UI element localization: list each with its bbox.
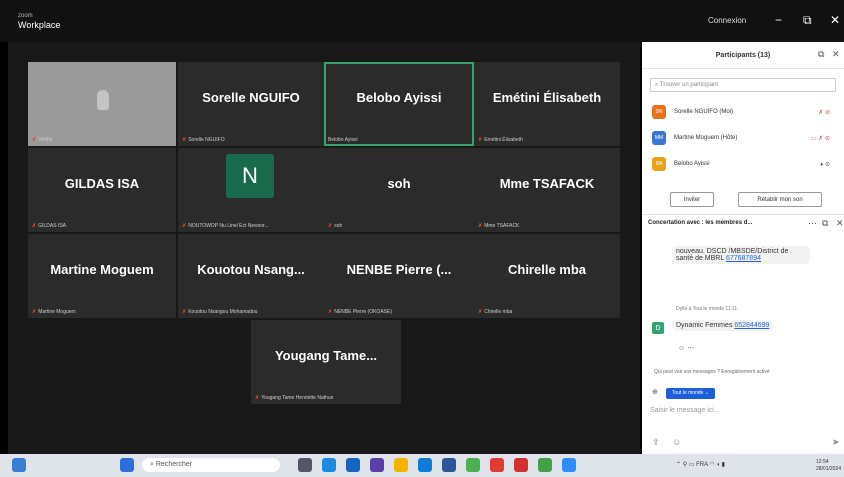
- participant-tile[interactable]: soh ✗ soh: [324, 148, 474, 232]
- connect-button[interactable]: Connexion: [708, 16, 746, 25]
- app-icon[interactable]: [346, 458, 360, 472]
- mic-muted-icon: ✗: [478, 137, 483, 143]
- mic-muted-icon: ✗: [182, 137, 187, 143]
- task-view-icon[interactable]: [298, 458, 312, 472]
- participant-search-input[interactable]: ⌕ Trouver un participant: [650, 78, 836, 92]
- system-tray[interactable]: ⌃ ⚲ ▭ FRA ◠ ◖ ▮: [676, 461, 725, 468]
- mic-icon[interactable]: ♦ ⊘: [820, 161, 830, 168]
- person-silhouette-icon: [97, 90, 109, 110]
- avatar: BA: [652, 157, 666, 171]
- chat-message-input[interactable]: Saisir le message ici...: [650, 407, 720, 414]
- widgets-icon[interactable]: [12, 458, 26, 472]
- chat-link[interactable]: 677687894: [726, 255, 761, 262]
- more-icon[interactable]: ⋯: [808, 218, 817, 229]
- app-icon[interactable]: [418, 458, 432, 472]
- chat-message: Dynamic Femmes 652844699: [672, 320, 774, 331]
- popout-icon[interactable]: ⧉: [822, 218, 828, 229]
- participant-list-item[interactable]: MM Martine Moguem (Hôte) ▭ ✗ ⊘: [652, 130, 834, 146]
- participant-tile[interactable]: Martine Moguem ✗ Martine Moguem: [28, 234, 176, 318]
- participant-tile[interactable]: Chirelle mba ✗ Chirelle mba: [474, 234, 620, 318]
- recipient-icon: ⊕: [652, 389, 658, 396]
- participant-list-item[interactable]: SN Sorelle NGUIFO (Moi) ✗ ⊘: [652, 104, 834, 120]
- participant-tile[interactable]: ✗ Vérifié: [28, 62, 176, 146]
- app-logo: zoom Workplace: [18, 13, 61, 30]
- popout-icon[interactable]: ⧉: [818, 49, 824, 60]
- participant-tile[interactable]: NENBE Pierre (... ✗ NENBE Pierre (OKOASE): [324, 234, 474, 318]
- edge-icon[interactable]: [322, 458, 336, 472]
- mic-muted-icon: ✗: [478, 309, 483, 315]
- avatar: MM: [652, 131, 666, 145]
- chrome-icon[interactable]: [466, 458, 480, 472]
- file-explorer-icon[interactable]: [394, 458, 408, 472]
- participants-title: Participants (13): [715, 51, 771, 59]
- minimize-button[interactable]: −: [775, 13, 782, 27]
- recipient-selector[interactable]: Tout le monde ⌄: [666, 388, 715, 399]
- participant-tile-active-speaker[interactable]: Belobo Ayissi Belobo Ayissi: [324, 62, 474, 146]
- start-icon[interactable]: [120, 458, 134, 472]
- taskbar: ⌕ Rechercher ⌃ ⚲ ▭ FRA ◠ ◖ ▮ 12:54 28/01…: [0, 454, 844, 477]
- send-icon[interactable]: ➤: [832, 437, 840, 448]
- app-icon[interactable]: [490, 458, 504, 472]
- chat-header: Concertation avec : les membres d...: [648, 220, 753, 226]
- file-icon[interactable]: ⇪: [652, 437, 660, 448]
- participant-list-item[interactable]: BA Belobo Ayissi ♦ ⊘: [652, 156, 834, 172]
- close-chat-icon[interactable]: ✕: [836, 218, 844, 229]
- maximize-button[interactable]: ⧉: [803, 13, 812, 28]
- close-button[interactable]: ✕: [830, 13, 840, 27]
- mic-muted-icon: ✗: [328, 309, 333, 315]
- participant-tile[interactable]: Kouotou Nsang... ✗ Kouotou Nsangou Mohama…: [178, 234, 324, 318]
- zoom-icon[interactable]: [562, 458, 576, 472]
- avatar: SN: [652, 105, 666, 119]
- participant-tile[interactable]: Emétini Élisabeth ✗ Emétini Élisabeth: [474, 62, 620, 146]
- word-icon[interactable]: [442, 458, 456, 472]
- title-bar: zoom Workplace Connexion − ⧉ ✕: [0, 0, 844, 42]
- mic-muted-icon: ✗: [182, 223, 187, 229]
- close-panel-icon[interactable]: ✕: [832, 49, 840, 60]
- mic-muted-icon: ✗: [32, 137, 37, 143]
- unmute-button[interactable]: Rétablir mon son: [738, 192, 822, 207]
- mic-muted-icon: ✗: [328, 223, 333, 229]
- side-panel: Participants (13) ⧉ ✕ ⌕ Trouver un parti…: [642, 42, 844, 454]
- emoji-icon[interactable]: ☺: [672, 437, 681, 447]
- app-icon[interactable]: [538, 458, 552, 472]
- mic-muted-icon: ✗: [478, 223, 483, 229]
- video-gallery: ✗ Vérifié Sorelle NGUIFO ✗ Sorelle NGUIFO …: [8, 42, 640, 454]
- mic-muted-icon: ✗: [32, 223, 37, 229]
- mic-muted-icon: ✗: [255, 395, 260, 401]
- participant-tile[interactable]: GILDAS ISA ✗ GILDAS ISA: [28, 148, 176, 232]
- clock[interactable]: 12:54 28/01/2024: [816, 459, 841, 473]
- taskbar-search[interactable]: ⌕ Rechercher: [142, 458, 280, 472]
- mic-muted-icon[interactable]: ✗ ⊘: [818, 109, 830, 116]
- mic-muted-icon: ✗: [32, 309, 37, 315]
- app-icon[interactable]: [514, 458, 528, 472]
- chat-meta: Dylla à Tout le monde 11:11: [676, 306, 738, 312]
- participant-tile[interactable]: Mme TSAFACK ✗ Mme TSAFACK: [474, 148, 620, 232]
- mic-muted-icon[interactable]: ▭ ✗ ⊘: [811, 135, 830, 142]
- sender-avatar: D: [652, 322, 664, 334]
- react-icon[interactable]: ☺ ⋯: [678, 344, 694, 352]
- invite-button[interactable]: Inviter: [670, 192, 714, 207]
- app-icon[interactable]: [370, 458, 384, 472]
- participant-tile[interactable]: N ✗ NOUTOWOP Nu Linel Ect Newsor...: [178, 148, 324, 232]
- participant-tile[interactable]: Sorelle NGUIFO ✗ Sorelle NGUIFO: [178, 62, 324, 146]
- avatar: N: [226, 154, 274, 198]
- mic-muted-icon: ✗: [182, 309, 187, 315]
- participant-tile[interactable]: Yougang Tame... ✗ Yougang Tame Henriette …: [251, 320, 401, 404]
- chat-notice: Qui peut voir vos messages ? Enregistrem…: [654, 369, 770, 375]
- chat-message: nouveau. DSCD /MBSDE/District de santé d…: [672, 246, 810, 264]
- chat-link[interactable]: 652844699: [734, 322, 769, 329]
